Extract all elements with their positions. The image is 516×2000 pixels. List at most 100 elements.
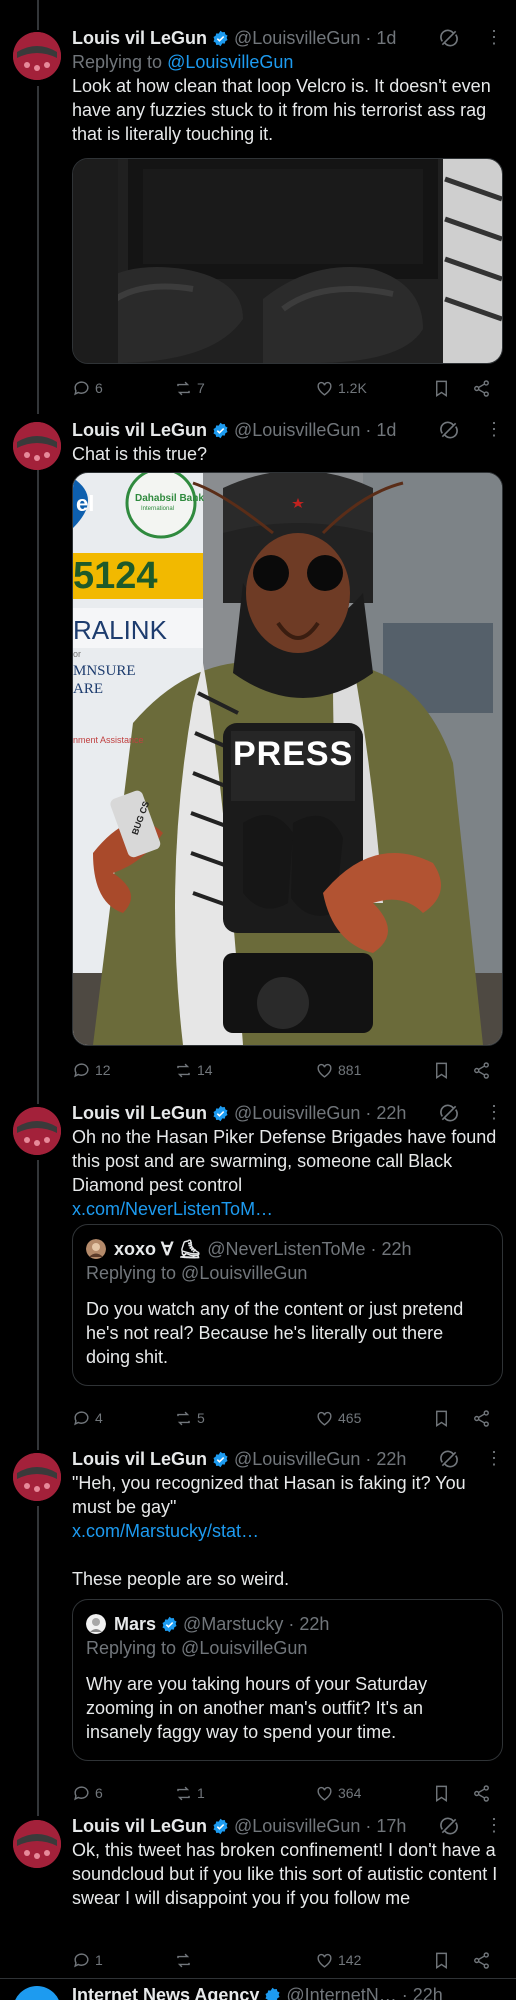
grok-icon[interactable] — [439, 1449, 459, 1469]
quote-replying-to: Replying to @LouisvilleGun — [86, 1638, 308, 1658]
grok-icon[interactable] — [439, 28, 459, 48]
tweet-header: Louis vil LeGun @LouisvilleGun · 1d ⋮ — [72, 418, 503, 442]
more-options-icon[interactable]: ⋮ — [485, 26, 503, 50]
repost-button[interactable]: 5 — [174, 1406, 205, 1430]
tweet-image[interactable] — [72, 158, 503, 364]
heart-icon — [317, 1411, 332, 1426]
verified-badge-icon — [213, 1105, 228, 1121]
author-name[interactable]: Louis vil LeGun — [72, 1816, 207, 1837]
tweet-header: Louis vil LeGun @LouisvilleGun · 1d ⋮ — [72, 26, 503, 50]
tweet-link[interactable]: x.com/NeverListenToM… — [72, 1197, 503, 1221]
repost-button[interactable]: 7 — [174, 376, 205, 400]
share-button[interactable] — [472, 376, 495, 400]
replying-handle-link[interactable]: @LouisvilleGun — [167, 52, 293, 72]
heart-icon — [317, 381, 332, 396]
reply-button[interactable]: 4 — [72, 1406, 103, 1430]
more-options-icon[interactable]: ⋮ — [485, 1447, 503, 1471]
tweet-text-secondary: These people are so weird. — [72, 1569, 290, 1589]
repost-button[interactable]: 14 — [174, 1058, 213, 1082]
reply-button[interactable]: 12 — [72, 1058, 111, 1082]
avatar[interactable] — [13, 422, 61, 470]
like-count: 1.2K — [338, 380, 367, 396]
bank-name-text: Dahabsil Bank — [135, 493, 204, 504]
like-button[interactable]: 142 — [315, 1948, 361, 1972]
tweet-time[interactable]: · 17h — [365, 1816, 406, 1837]
bookmark-button[interactable] — [432, 376, 455, 400]
heart-icon — [317, 1786, 332, 1801]
tweet-link[interactable]: x.com/Marstucky/stat… — [72, 1519, 503, 1543]
share-button[interactable] — [472, 1781, 495, 1805]
avatar[interactable] — [13, 32, 61, 80]
tweet-text: Chat is this true? — [72, 444, 208, 464]
replying-to: Replying to @LouisvilleGun — [72, 50, 503, 74]
tweet-image[interactable]: el Dahabsil Bank International 5124 RALI… — [72, 472, 503, 1046]
quote-author-name[interactable]: xoxo ∀ ⛸ — [114, 1239, 201, 1260]
tweet-actions: 6 1 364 — [72, 1781, 503, 1805]
like-button[interactable]: 881 — [315, 1058, 361, 1082]
share-button[interactable] — [472, 1406, 495, 1430]
avatar[interactable] — [13, 1986, 61, 2000]
tweet-time[interactable]: · 22h — [365, 1103, 406, 1124]
like-button[interactable]: 465 — [315, 1406, 361, 1430]
quote-author-handle[interactable]: @Marstucky — [183, 1614, 283, 1635]
author-handle[interactable]: @LouisvilleGun — [234, 1816, 360, 1837]
bookmark-icon — [436, 1952, 447, 1969]
share-button[interactable] — [472, 1948, 495, 1972]
author-name[interactable]: Louis vil LeGun — [72, 420, 207, 441]
quote-time: · 22h — [288, 1613, 330, 1634]
more-options-icon[interactable]: ⋮ — [485, 1101, 503, 1125]
repost-button[interactable] — [174, 1948, 197, 1972]
banner-number-text: 5124 — [73, 555, 158, 597]
author-name[interactable]: Louis vil LeGun — [72, 1449, 207, 1470]
like-button[interactable]: 364 — [315, 1781, 361, 1805]
quote-avatar[interactable] — [86, 1239, 106, 1259]
like-count: 364 — [338, 1785, 362, 1801]
bookmark-button[interactable] — [432, 1406, 455, 1430]
avatar[interactable] — [13, 1453, 61, 1501]
reply-button[interactable]: 1 — [72, 1948, 103, 1972]
next-tweet-handle[interactable]: @InternetN… — [286, 1985, 396, 2000]
author-handle[interactable]: @LouisvilleGun — [234, 1103, 360, 1124]
tweet-text: Oh no the Hasan Piker Defense Brigades h… — [72, 1127, 497, 1195]
like-button[interactable]: 1.2K — [315, 376, 367, 400]
author-handle[interactable]: @LouisvilleGun — [234, 1449, 360, 1470]
quote-header: Mars @Marstucky · 22h — [86, 1612, 489, 1636]
author-name[interactable]: Louis vil LeGun — [72, 28, 207, 49]
tweet-actions: 6 7 1.2K — [72, 376, 503, 400]
tweet-time[interactable]: · 22h — [365, 1449, 406, 1470]
quote-author-name[interactable]: Mars — [114, 1614, 156, 1635]
more-options-icon[interactable]: ⋮ — [485, 418, 503, 442]
more-options-icon[interactable]: ⋮ — [485, 1814, 503, 1838]
quote-avatar[interactable] — [86, 1614, 106, 1634]
grok-icon[interactable] — [439, 1816, 459, 1836]
avatar[interactable] — [13, 1107, 61, 1155]
avatar[interactable] — [13, 1820, 61, 1868]
reply-icon — [74, 380, 89, 395]
heart-icon — [317, 1953, 332, 1968]
tweet-time[interactable]: · 1d — [365, 28, 396, 49]
quote-author-handle[interactable]: @NeverListenToMe — [207, 1239, 365, 1260]
quoted-tweet[interactable]: xoxo ∀ ⛸ @NeverListenToMe · 22h Replying… — [72, 1224, 503, 1386]
bookmark-button[interactable] — [432, 1781, 455, 1805]
repost-button[interactable]: 1 — [174, 1781, 205, 1805]
grok-icon[interactable] — [439, 420, 459, 440]
reply-button[interactable]: 6 — [72, 376, 103, 400]
author-name[interactable]: Louis vil LeGun — [72, 1103, 207, 1124]
share-icon — [474, 1409, 489, 1427]
bookmark-button[interactable] — [432, 1948, 455, 1972]
reply-button[interactable]: 6 — [72, 1781, 103, 1805]
next-tweet-author-name[interactable]: Internet News Agency — [72, 1985, 259, 2000]
bookmark-icon — [436, 1062, 447, 1079]
bookmark-button[interactable] — [432, 1058, 455, 1082]
author-handle[interactable]: @LouisvilleGun — [234, 420, 360, 441]
grok-icon[interactable] — [439, 1103, 459, 1123]
next-tweet-partial[interactable]: Internet News Agency @InternetN… · 22h — [0, 1982, 516, 2000]
share-icon — [474, 1951, 489, 1969]
quoted-tweet[interactable]: Mars @Marstucky · 22h Replying to @Louis… — [72, 1599, 503, 1761]
share-icon — [474, 1061, 489, 1079]
share-button[interactable] — [472, 1058, 495, 1082]
repost-count: 5 — [197, 1410, 205, 1426]
repost-icon — [177, 1953, 190, 1967]
author-handle[interactable]: @LouisvilleGun — [234, 28, 360, 49]
tweet-time[interactable]: · 1d — [365, 420, 396, 441]
